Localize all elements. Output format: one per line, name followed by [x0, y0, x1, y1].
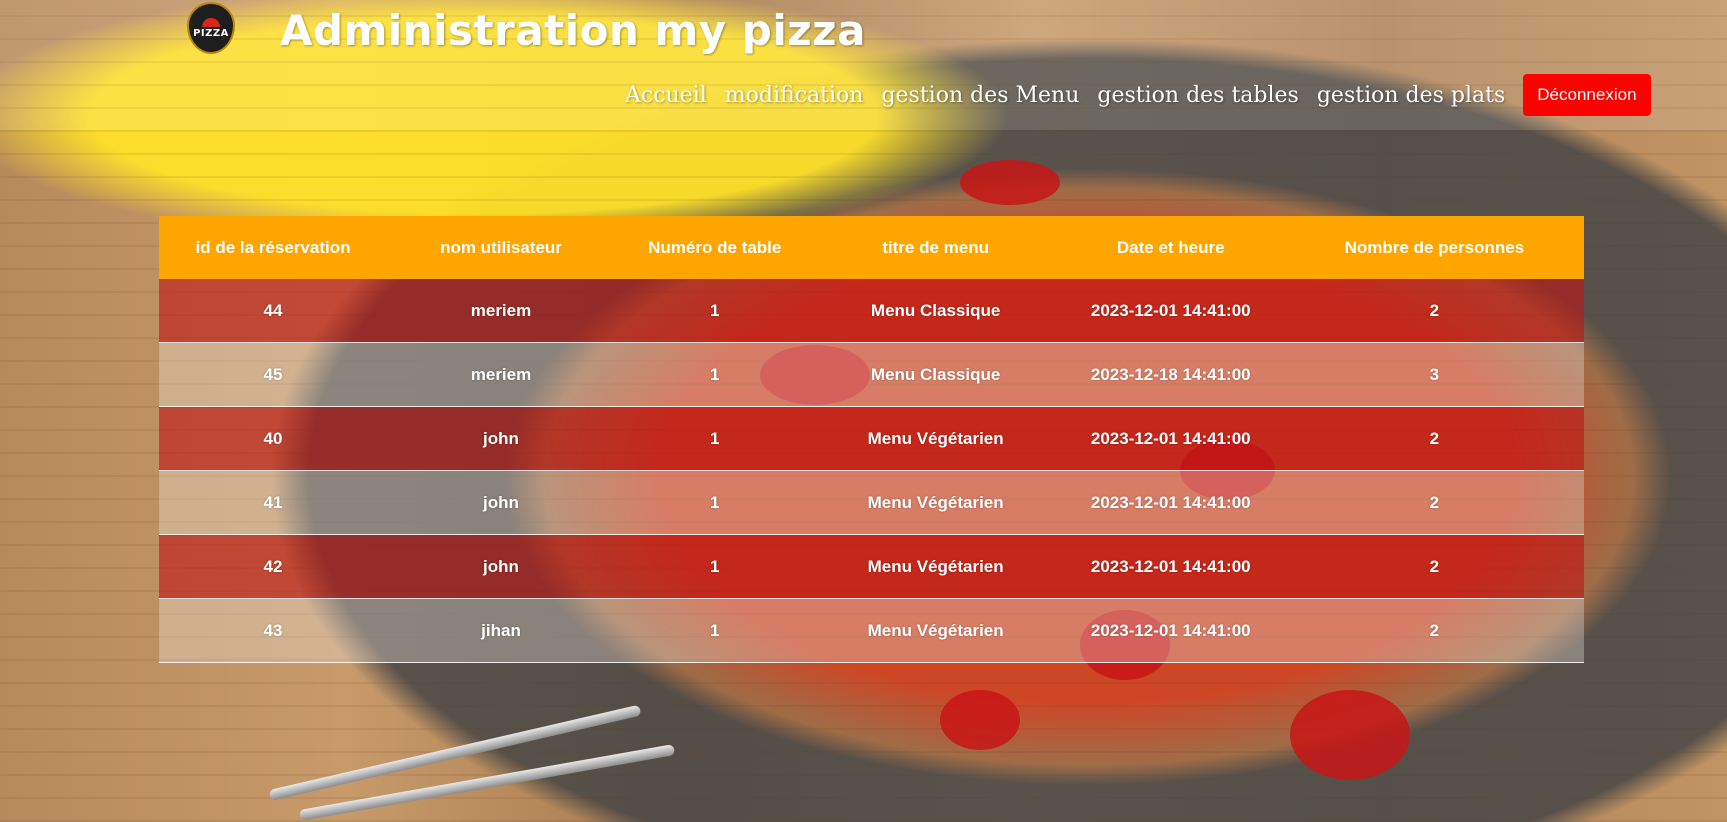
cell-people-count: 2 — [1284, 406, 1584, 471]
column-header: Date et heure — [1056, 216, 1285, 279]
page-title: Administration my pizza — [280, 6, 866, 55]
cell-datetime: 2023-12-18 14:41:00 — [1056, 342, 1285, 407]
cell-table-number: 1 — [615, 598, 815, 663]
cell-datetime: 2023-12-01 14:41:00 — [1056, 534, 1285, 599]
cell-username: meriem — [387, 279, 615, 343]
cell-username: meriem — [387, 342, 615, 407]
table-row: 41 john 1 Menu Végétarien 2023-12-01 14:… — [159, 470, 1584, 535]
cell-id: 45 — [159, 342, 387, 407]
cell-people-count: 2 — [1284, 598, 1584, 663]
cell-username: john — [387, 470, 615, 535]
table-row: 45 meriem 1 Menu Classique 2023-12-18 14… — [159, 342, 1584, 407]
nav-link-gestion-plats[interactable]: gestion des plats — [1317, 83, 1505, 108]
column-header: id de la réservation — [159, 216, 387, 279]
logo-text: PIZZA — [193, 27, 229, 39]
cell-menu-title: Menu Végétarien — [814, 534, 1057, 599]
cell-id: 42 — [159, 534, 387, 599]
pepper-decoration — [1290, 690, 1410, 780]
pepper-decoration — [940, 690, 1020, 750]
cell-datetime: 2023-12-01 14:41:00 — [1056, 598, 1285, 663]
column-header: titre de menu — [814, 216, 1057, 279]
cell-menu-title: Menu Végétarien — [814, 406, 1057, 471]
main-nav: Accueil modification gestion des Menu ge… — [625, 74, 1651, 116]
cell-people-count: 2 — [1284, 470, 1584, 535]
table-row: 44 meriem 1 Menu Classique 2023-12-01 14… — [159, 279, 1584, 343]
cell-table-number: 1 — [615, 470, 815, 535]
logout-button[interactable]: Déconnexion — [1523, 74, 1651, 116]
cell-people-count: 2 — [1284, 534, 1584, 599]
cell-username: john — [387, 406, 615, 471]
nav-link-gestion-menu[interactable]: gestion des Menu — [881, 83, 1079, 108]
cell-menu-title: Menu Classique — [814, 279, 1057, 343]
cell-datetime: 2023-12-01 14:41:00 — [1056, 470, 1285, 535]
cell-datetime: 2023-12-01 14:41:00 — [1056, 406, 1285, 471]
cell-menu-title: Menu Végétarien — [814, 470, 1057, 535]
reservations-table-container: id de la réservation nom utilisateur Num… — [159, 216, 1584, 663]
cell-username: john — [387, 534, 615, 599]
cell-table-number: 1 — [615, 342, 815, 407]
cell-id: 40 — [159, 406, 387, 471]
cell-id: 43 — [159, 598, 387, 663]
table-row: 40 john 1 Menu Végétarien 2023-12-01 14:… — [159, 406, 1584, 471]
cell-table-number: 1 — [615, 406, 815, 471]
nav-link-accueil[interactable]: Accueil — [625, 83, 707, 108]
cell-people-count: 3 — [1284, 342, 1584, 407]
nav-link-modification[interactable]: modification — [725, 83, 864, 108]
column-header: Numéro de table — [615, 216, 815, 279]
cell-menu-title: Menu Végétarien — [814, 598, 1057, 663]
table-header-row: id de la réservation nom utilisateur Num… — [159, 216, 1584, 279]
table-row: 43 jihan 1 Menu Végétarien 2023-12-01 14… — [159, 598, 1584, 663]
cell-table-number: 1 — [615, 534, 815, 599]
cell-table-number: 1 — [615, 279, 815, 343]
column-header: Nombre de personnes — [1284, 216, 1584, 279]
cell-username: jihan — [387, 598, 615, 663]
table-row: 42 john 1 Menu Végétarien 2023-12-01 14:… — [159, 534, 1584, 599]
pepper-decoration — [960, 160, 1060, 205]
nav-link-gestion-tables[interactable]: gestion des tables — [1097, 83, 1298, 108]
cell-datetime: 2023-12-01 14:41:00 — [1056, 279, 1285, 343]
cell-people-count: 2 — [1284, 279, 1584, 343]
reservations-table: id de la réservation nom utilisateur Num… — [159, 216, 1584, 663]
cell-id: 44 — [159, 279, 387, 343]
cell-id: 41 — [159, 470, 387, 535]
cell-menu-title: Menu Classique — [814, 342, 1057, 407]
column-header: nom utilisateur — [387, 216, 615, 279]
flame-icon — [202, 17, 220, 27]
